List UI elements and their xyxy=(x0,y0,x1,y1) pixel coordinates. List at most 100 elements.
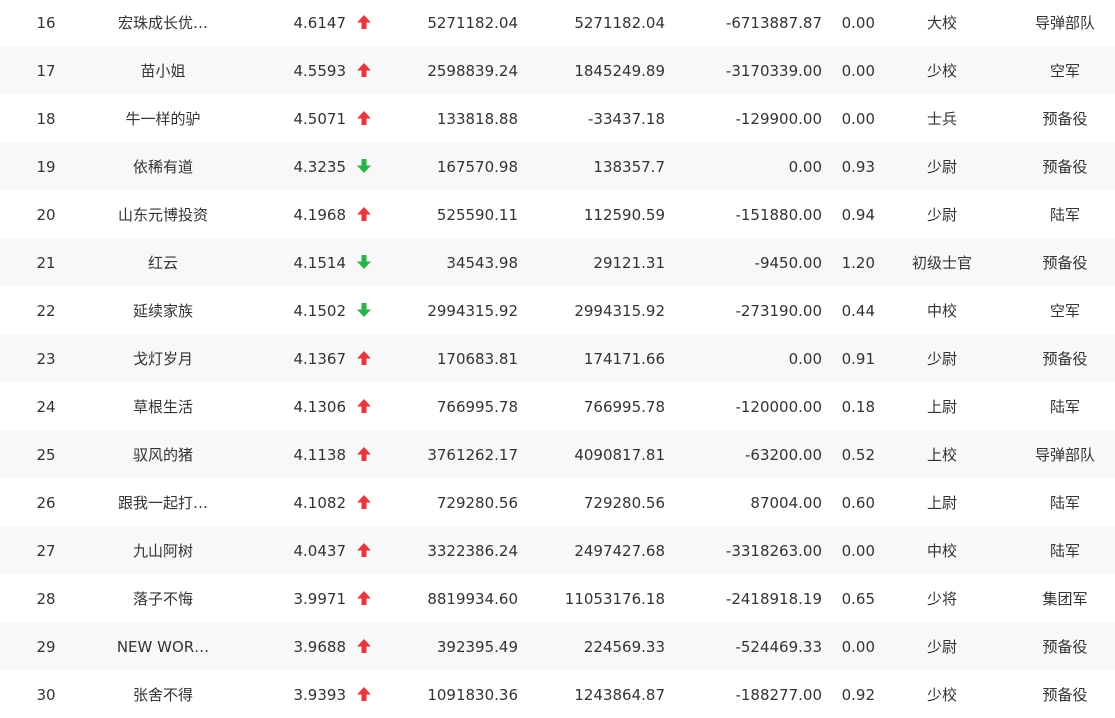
military-rank: 少尉 xyxy=(926,206,957,224)
score-value: 4.1082 xyxy=(293,494,347,512)
ratio-value: 0.91 xyxy=(841,350,875,368)
table-row[interactable]: 24 草根生活 4.1306 766995.78 766995.78 -120000.00… xyxy=(0,383,1115,431)
value-2: 2994315.92 xyxy=(574,302,665,320)
military-rank: 上尉 xyxy=(926,494,957,512)
value-3: 0.00 xyxy=(788,350,822,368)
ratio-value: 0.60 xyxy=(841,494,875,512)
military-rank: 少尉 xyxy=(926,158,957,176)
score-value: 4.1968 xyxy=(293,206,347,224)
value-2: -33437.18 xyxy=(588,110,665,128)
military-unit: 陆军 xyxy=(1049,398,1080,416)
value-3: -3318263.00 xyxy=(725,542,822,560)
military-unit: 陆军 xyxy=(1049,206,1080,224)
table-row[interactable]: 23 戈灯岁月 4.1367 170683.81 174171.66 0.00 0.91 少尉… xyxy=(0,335,1115,383)
rank-cell: 16 xyxy=(36,14,56,32)
table-row[interactable]: 16 宏珠成长优… 4.6147 5271182.04 5271182.04 -67138… xyxy=(0,0,1115,47)
table-row[interactable]: 26 跟我一起打… 4.1082 729280.56 729280.56 87004.00… xyxy=(0,479,1115,527)
value-2: 729280.56 xyxy=(583,494,665,512)
trader-name: 牛一样的驴 xyxy=(125,110,201,128)
arrow-up-icon xyxy=(354,383,374,431)
arrow-up-icon xyxy=(354,479,374,527)
table-row[interactable]: 28 落子不悔 3.9971 8819934.60 11053176.18 -241891… xyxy=(0,575,1115,623)
score-value: 4.1514 xyxy=(293,254,347,272)
table-row[interactable]: 30 张舍不得 3.9393 1091830.36 1243864.87 -188277.… xyxy=(0,671,1115,718)
ratio-value: 0.92 xyxy=(841,686,875,704)
arrow-up-icon xyxy=(354,95,374,143)
ratio-value: 0.00 xyxy=(841,542,875,560)
military-unit: 预备役 xyxy=(1042,686,1088,704)
value-1: 170683.81 xyxy=(436,350,518,368)
table-row[interactable]: 22 延续家族 4.1502 2994315.92 2994315.92 -273190.… xyxy=(0,287,1115,335)
arrow-up-icon xyxy=(354,431,374,479)
trader-name: 驭风的猪 xyxy=(132,446,193,464)
value-3: -524469.33 xyxy=(735,638,822,656)
military-unit: 空军 xyxy=(1049,302,1080,320)
military-rank: 少校 xyxy=(926,686,957,704)
value-2: 4090817.81 xyxy=(574,446,665,464)
rank-cell: 23 xyxy=(36,350,56,368)
ratio-value: 0.94 xyxy=(841,206,875,224)
military-unit: 陆军 xyxy=(1049,494,1080,512)
table-row[interactable]: 25 驭风的猪 4.1138 3761262.17 4090817.81 -63200.0… xyxy=(0,431,1115,479)
value-1: 34543.98 xyxy=(446,254,518,272)
value-2: 5271182.04 xyxy=(574,14,665,32)
trader-name: 延续家族 xyxy=(132,302,193,320)
table-row[interactable]: 18 牛一样的驴 4.5071 133818.88 -33437.18 -129900.0… xyxy=(0,95,1115,143)
value-2: 766995.78 xyxy=(583,398,665,416)
score-value: 4.1367 xyxy=(293,350,347,368)
value-3: -3170339.00 xyxy=(725,62,822,80)
table-row[interactable]: 17 苗小姐 4.5593 2598839.24 1845249.89 -3170339.… xyxy=(0,47,1115,95)
table-row[interactable]: 27 九山阿树 4.0437 3322386.24 2497427.68 -3318263… xyxy=(0,527,1115,575)
value-3: -151880.00 xyxy=(735,206,822,224)
value-1: 2598839.24 xyxy=(427,62,518,80)
value-3: 0.00 xyxy=(788,158,822,176)
value-1: 133818.88 xyxy=(436,110,518,128)
score-value: 4.6147 xyxy=(293,14,347,32)
rank-cell: 20 xyxy=(36,206,56,224)
value-2: 1243864.87 xyxy=(574,686,665,704)
ranking-table: 16 宏珠成长优… 4.6147 5271182.04 5271182.04 -67138… xyxy=(0,0,1115,718)
military-rank: 少校 xyxy=(926,62,957,80)
arrow-down-icon xyxy=(354,143,374,191)
value-1: 3761262.17 xyxy=(427,446,518,464)
score-value: 3.9393 xyxy=(293,686,347,704)
value-1: 1091830.36 xyxy=(427,686,518,704)
value-2: 224569.33 xyxy=(583,638,665,656)
military-rank: 初级士官 xyxy=(911,254,972,272)
ratio-value: 0.00 xyxy=(841,638,875,656)
military-unit: 空军 xyxy=(1049,62,1080,80)
arrow-down-icon xyxy=(354,287,374,335)
rank-cell: 22 xyxy=(36,302,56,320)
trader-name: 草根生活 xyxy=(132,398,193,416)
military-rank: 少尉 xyxy=(926,638,957,656)
military-rank: 大校 xyxy=(926,14,957,32)
ratio-value: 0.00 xyxy=(841,62,875,80)
score-value: 4.5593 xyxy=(293,62,347,80)
table-row[interactable]: 29 NEW WOR… 3.9688 392395.49 224569.33 -52446… xyxy=(0,623,1115,671)
military-unit: 预备役 xyxy=(1042,254,1088,272)
table-row[interactable]: 19 依稀有道 4.3235 167570.98 138357.7 0.00 0.93 少尉 预… xyxy=(0,143,1115,191)
military-unit: 预备役 xyxy=(1042,350,1088,368)
table-row[interactable]: 20 山东元博投资 4.1968 525590.11 112590.59 -151880.… xyxy=(0,191,1115,239)
value-2: 112590.59 xyxy=(583,206,665,224)
value-3: -129900.00 xyxy=(735,110,822,128)
value-2: 11053176.18 xyxy=(564,590,665,608)
value-3: -2418918.19 xyxy=(725,590,822,608)
value-2: 2497427.68 xyxy=(574,542,665,560)
score-value: 4.0437 xyxy=(293,542,347,560)
table-row[interactable]: 21 红云 4.1514 34543.98 29121.31 -9450.00 1.20 初级… xyxy=(0,239,1115,287)
arrow-up-icon xyxy=(354,0,374,47)
arrow-up-icon xyxy=(354,335,374,383)
value-3: 87004.00 xyxy=(750,494,822,512)
arrow-up-icon xyxy=(354,623,374,671)
value-1: 167570.98 xyxy=(436,158,518,176)
trader-name: 宏珠成长优… xyxy=(117,14,208,32)
military-rank: 少将 xyxy=(926,590,957,608)
military-unit: 预备役 xyxy=(1042,158,1088,176)
military-rank: 上尉 xyxy=(926,398,957,416)
ratio-value: 0.44 xyxy=(841,302,875,320)
military-unit: 预备役 xyxy=(1042,638,1088,656)
rank-cell: 28 xyxy=(36,590,56,608)
military-rank: 士兵 xyxy=(926,110,957,128)
ratio-value: 0.18 xyxy=(841,398,875,416)
